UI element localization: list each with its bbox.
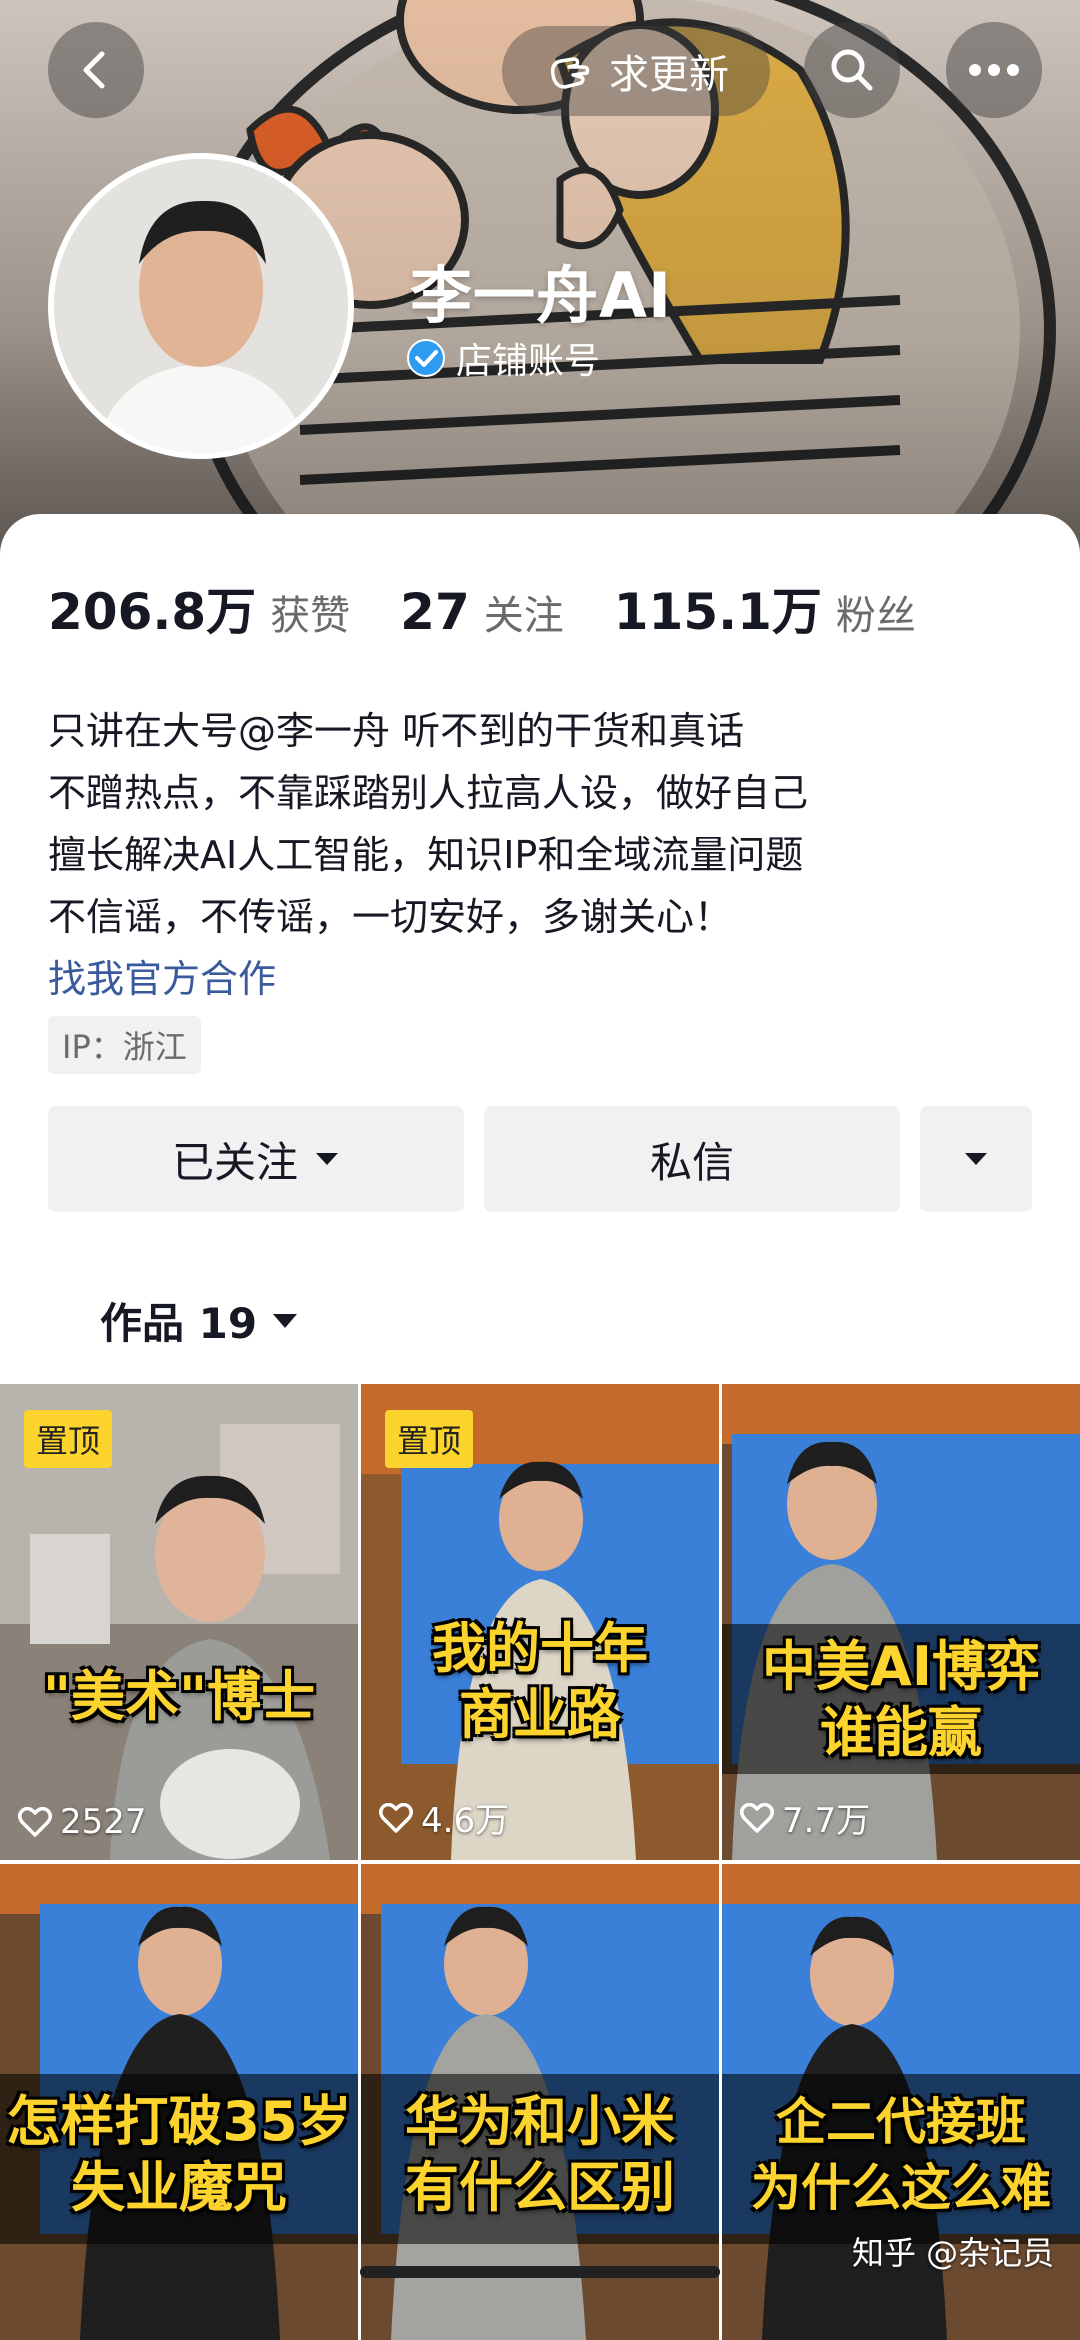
video-caption: 中美AI博弈 谁能赢: [722, 1634, 1080, 1766]
video-caption-line: 为什么这么难: [751, 2159, 1051, 2217]
video-caption: "美术"博士: [0, 1664, 358, 1730]
video-grid: 置顶 "美术"博士 2527 置顶 我的十年 商业路 4.6万 中美AI博弈 谁…: [0, 1384, 1080, 2340]
heart-icon: [379, 1802, 413, 1833]
bio: 只讲在大号@李一舟 听不到的干货和真话 不蹭热点，不靠踩踏别人拉高人设，做好自己…: [48, 700, 1008, 1010]
business-contact-link[interactable]: 找我官方合作: [48, 948, 1008, 1010]
video-likes: 7.7万: [740, 1793, 870, 1842]
video-likes-count: 2527: [60, 1802, 147, 1842]
bio-line: 擅长解决AI人工智能，知识IP和全域流量问题: [48, 833, 804, 877]
watermark: 知乎 @杂记员: [852, 2234, 1055, 2272]
following-button[interactable]: 已关注: [48, 1106, 464, 1212]
request-update-button[interactable]: 求更新: [502, 26, 770, 116]
back-arrow-icon: [83, 51, 105, 89]
avatar-portrait: [54, 159, 348, 453]
video-caption-line: "美术"博士: [42, 1665, 316, 1728]
tab-works[interactable]: 作品 19: [100, 1290, 299, 1351]
message-button-label: 私信: [649, 1137, 734, 1187]
followers-label: 粉丝: [835, 593, 916, 639]
following-label: 关注: [483, 593, 564, 639]
video-likes: 2527: [18, 1802, 147, 1842]
search-button[interactable]: [804, 22, 900, 118]
video-tile[interactable]: 置顶 "美术"博士 2527: [0, 1384, 358, 1860]
caret-down-icon: [965, 1153, 987, 1165]
pinned-badge: 置顶: [385, 1410, 474, 1468]
followers-count[interactable]: 115.1万: [614, 572, 822, 644]
request-update-label: 求更新: [609, 52, 729, 98]
account-badge-label: 店铺账号: [456, 341, 601, 382]
video-caption: 怎样打破35岁 失业魔咒: [0, 2089, 358, 2221]
back-button[interactable]: [48, 22, 144, 118]
likes-label: 获赞: [270, 593, 351, 639]
message-button[interactable]: 私信: [484, 1106, 900, 1212]
bio-line: 只讲在大号@李一舟 听不到的干货和真话: [48, 709, 745, 753]
likes-count[interactable]: 206.8万: [48, 572, 256, 644]
video-likes-count: 4.6万: [421, 1801, 510, 1841]
video-caption-line: 怎样打破35岁: [6, 2090, 352, 2153]
video-caption-line: 有什么区别: [405, 2156, 675, 2219]
video-caption-line: 企二代接班: [776, 2093, 1026, 2151]
heart-icon: [18, 1807, 52, 1837]
bio-line: 不信谣，不传谣，一切安好，多谢关心！: [48, 895, 733, 939]
home-indicator[interactable]: [360, 2266, 720, 2278]
video-caption-line: 失业魔咒: [71, 2156, 287, 2219]
more-options-button[interactable]: [946, 22, 1042, 118]
profile-name: 李一舟AI: [410, 259, 673, 332]
caret-down-icon: [273, 1313, 298, 1328]
video-likes-count: 7.7万: [782, 1801, 871, 1841]
video-tile[interactable]: 怎样打破35岁 失业魔咒: [0, 1864, 358, 2340]
ip-location-tag: IP：浙江: [48, 1016, 201, 1074]
video-caption: 企二代接班 为什么这么难: [722, 2089, 1080, 2221]
video-caption: 我的十年 商业路: [361, 1616, 719, 1748]
bio-line: 不蹭热点，不靠踩踏别人拉高人设，做好自己: [48, 771, 809, 815]
following-button-label: 已关注: [171, 1137, 298, 1187]
video-caption: 华为和小米 有什么区别: [361, 2089, 719, 2221]
hand-wave-icon: [550, 57, 590, 89]
more-dots-icon: [969, 64, 1019, 76]
following-count[interactable]: 27: [400, 583, 470, 641]
video-caption-line: 我的十年: [432, 1617, 648, 1680]
pinned-badge: 置顶: [24, 1410, 113, 1468]
video-caption-line: 商业路: [459, 1683, 621, 1746]
more-actions-dropdown[interactable]: [920, 1106, 1032, 1212]
video-caption-line: 华为和小米: [405, 2090, 675, 2153]
video-thumbnail: [722, 1384, 1080, 1860]
video-likes: 4.6万: [379, 1793, 509, 1842]
search-icon: [831, 49, 873, 91]
stats-row: 206.8万 获赞 27 关注 115.1万 粉丝: [48, 572, 966, 644]
video-caption-line: 中美AI博弈: [762, 1635, 1040, 1698]
video-caption-line: 谁能赢: [820, 1701, 982, 1764]
tab-works-label: 作品 19: [100, 1299, 258, 1348]
video-tile[interactable]: 置顶 我的十年 商业路 4.6万: [361, 1384, 719, 1860]
avatar[interactable]: [48, 153, 354, 459]
video-tile[interactable]: 中美AI博弈 谁能赢 7.7万: [722, 1384, 1080, 1860]
caret-down-icon: [316, 1153, 338, 1165]
verified-check-icon: [407, 339, 445, 377]
heart-icon: [740, 1802, 774, 1833]
account-badge: 店铺账号: [406, 332, 600, 384]
